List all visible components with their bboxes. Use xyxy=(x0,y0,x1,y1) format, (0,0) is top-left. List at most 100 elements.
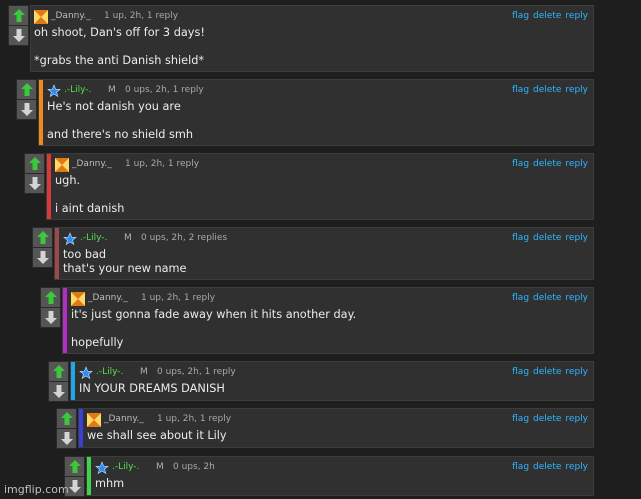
comment-card: .-Lily-. M 0 ups, 2h, 2 replies flag delete r… xyxy=(54,227,594,280)
up-arrow-icon[interactable] xyxy=(33,228,52,248)
comment-text-line xyxy=(71,322,587,336)
username-link[interactable]: .-Lily-. xyxy=(112,462,139,472)
mod-badge: M xyxy=(156,462,164,472)
comment-header: .-Lily-. M 0 ups, 2h, 2 replies flag delete r… xyxy=(55,232,593,246)
delete-link[interactable]: delete xyxy=(533,414,561,424)
comment-text-line: He's not danish you are xyxy=(47,100,181,113)
comment-card: _Danny._ 1 up, 2h, 1 reply flag delete reply… xyxy=(46,153,594,220)
blue-star-avatar-icon[interactable] xyxy=(63,232,77,246)
comment-actions: flag delete reply xyxy=(508,462,588,472)
vote-controls xyxy=(24,153,45,194)
down-arrow-icon[interactable] xyxy=(17,100,36,119)
comment-meta: 1 up, 2h, 1 reply xyxy=(141,293,216,303)
delete-link[interactable]: delete xyxy=(533,367,561,377)
username-link[interactable]: _Danny._ xyxy=(51,11,91,21)
reply-link[interactable]: reply xyxy=(565,462,588,472)
comment-header: _Danny._ 1 up, 2h, 1 reply flag delete reply xyxy=(47,158,593,172)
reply-link[interactable]: reply xyxy=(565,367,588,377)
comment-meta: 0 ups, 2h, 1 reply xyxy=(125,85,204,95)
up-arrow-icon[interactable] xyxy=(57,409,76,429)
comment-header: .-Lily-. M 0 ups, 2h, 1 reply flag delete rep… xyxy=(71,366,593,380)
comment-actions: flag delete reply xyxy=(508,159,588,169)
comment-text-line: mhm xyxy=(95,477,125,490)
reply-link[interactable]: reply xyxy=(565,159,588,169)
down-arrow-icon[interactable] xyxy=(41,308,60,327)
flag-link[interactable]: flag xyxy=(512,85,529,95)
comment-text-line: that's your new name xyxy=(63,262,187,275)
comment-body: we shall see about it Lily xyxy=(87,429,587,443)
comment-body: He's not danish you are and there's no sh… xyxy=(47,100,587,142)
comment-card: _Danny._ 1 up, 2h, 1 reply flag delete reply… xyxy=(78,408,594,448)
up-arrow-icon[interactable] xyxy=(41,288,60,308)
up-arrow-icon[interactable] xyxy=(25,154,44,174)
comment-text-line: we shall see about it Lily xyxy=(87,429,227,442)
down-arrow-icon[interactable] xyxy=(33,248,52,267)
flag-link[interactable]: flag xyxy=(512,414,529,424)
comment-body: oh shoot, Dan's off for 3 days! *grabs th… xyxy=(34,26,587,68)
checkered-avatar-icon[interactable] xyxy=(71,292,85,306)
reply-link[interactable]: reply xyxy=(565,233,588,243)
comment-actions: flag delete reply xyxy=(508,11,588,21)
vote-controls xyxy=(8,5,29,46)
username-link[interactable]: _Danny._ xyxy=(72,159,112,169)
delete-link[interactable]: delete xyxy=(533,233,561,243)
down-arrow-icon[interactable] xyxy=(57,429,76,448)
username-link[interactable]: .-Lily-. xyxy=(96,367,123,377)
comment-text-line: oh shoot, Dan's off for 3 days! xyxy=(34,26,205,39)
delete-link[interactable]: delete xyxy=(533,462,561,472)
down-arrow-icon[interactable] xyxy=(25,174,44,193)
flag-link[interactable]: flag xyxy=(512,367,529,377)
up-arrow-icon[interactable] xyxy=(17,80,36,100)
blue-star-avatar-icon[interactable] xyxy=(95,461,109,475)
comment-card: _Danny._ 1 up, 2h, 1 reply flag delete reply… xyxy=(62,287,594,354)
comment-meta: 0 ups, 2h, 1 reply xyxy=(157,367,236,377)
comment-header: _Danny._ 1 up, 2h, 1 reply flag delete reply xyxy=(31,10,593,24)
imgflip-watermark: imgflip.com xyxy=(4,483,69,496)
delete-link[interactable]: delete xyxy=(533,293,561,303)
comment-text-line: i aint danish xyxy=(55,202,125,215)
up-arrow-icon[interactable] xyxy=(65,457,84,477)
username-link[interactable]: .-Lily-. xyxy=(64,85,91,95)
flag-link[interactable]: flag xyxy=(512,159,529,169)
reply-link[interactable]: reply xyxy=(565,414,588,424)
checkered-avatar-icon[interactable] xyxy=(87,413,101,427)
comment-body: too bad that's your new name xyxy=(63,248,587,276)
up-arrow-icon[interactable] xyxy=(49,362,68,382)
flag-link[interactable]: flag xyxy=(512,11,529,21)
reply-link[interactable]: reply xyxy=(565,85,588,95)
flag-link[interactable]: flag xyxy=(512,462,529,472)
comment-meta: 1 up, 2h, 1 reply xyxy=(125,159,200,169)
delete-link[interactable]: delete xyxy=(533,159,561,169)
vote-controls xyxy=(56,408,77,449)
delete-link[interactable]: delete xyxy=(533,85,561,95)
vote-controls xyxy=(40,287,61,328)
comment-text-line: and there's no shield smh xyxy=(47,128,194,141)
flag-link[interactable]: flag xyxy=(512,233,529,243)
username-link[interactable]: _Danny._ xyxy=(88,293,128,303)
down-arrow-icon[interactable] xyxy=(9,26,28,45)
reply-link[interactable]: reply xyxy=(565,11,588,21)
comment-text-line: hopefully xyxy=(71,336,124,349)
comment-text-line: IN YOUR DREAMS DANISH xyxy=(79,382,225,395)
username-link[interactable]: _Danny._ xyxy=(104,414,144,424)
comment-meta: 0 ups, 2h xyxy=(173,462,215,472)
checkered-avatar-icon[interactable] xyxy=(55,158,69,172)
up-arrow-icon[interactable] xyxy=(9,6,28,26)
comment-meta: 0 ups, 2h, 2 replies xyxy=(141,233,228,243)
mod-badge: M xyxy=(140,367,148,377)
vote-controls xyxy=(32,227,53,268)
blue-star-avatar-icon[interactable] xyxy=(47,84,61,98)
comment-actions: flag delete reply xyxy=(508,367,588,377)
flag-link[interactable]: flag xyxy=(512,293,529,303)
comment-text-line xyxy=(34,40,587,54)
down-arrow-icon[interactable] xyxy=(49,382,68,401)
checkered-avatar-icon[interactable] xyxy=(34,10,48,24)
username-link[interactable]: .-Lily-. xyxy=(80,233,107,243)
vote-controls xyxy=(48,361,69,402)
blue-star-avatar-icon[interactable] xyxy=(79,366,93,380)
comment-header: .-Lily-. M 0 ups, 2h flag delete reply xyxy=(87,461,593,475)
comment-card: _Danny._ 1 up, 2h, 1 reply flag delete reply… xyxy=(30,5,594,72)
delete-link[interactable]: delete xyxy=(533,11,561,21)
reply-link[interactable]: reply xyxy=(565,293,588,303)
mod-badge: M xyxy=(124,233,132,243)
